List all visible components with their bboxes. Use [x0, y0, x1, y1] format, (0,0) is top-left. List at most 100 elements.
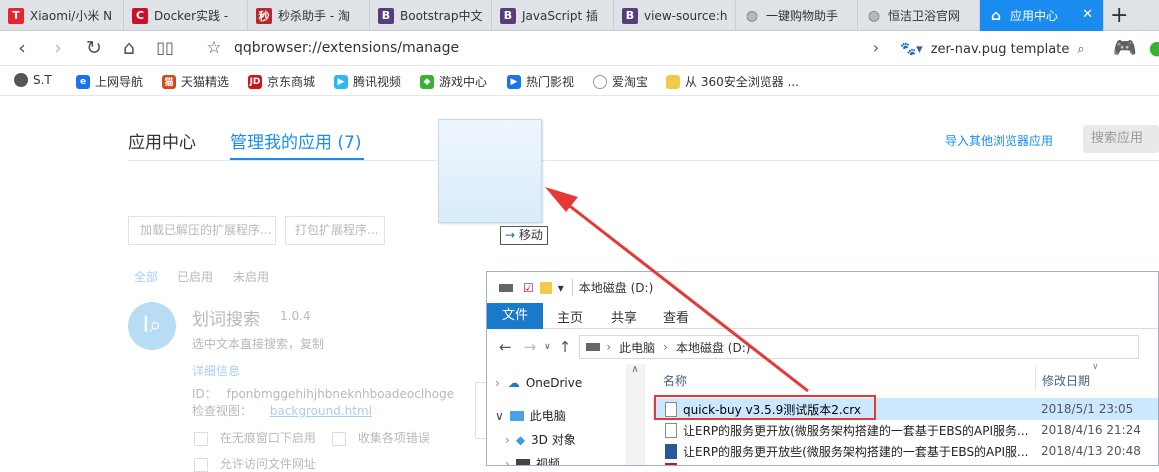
bookmark-hot-movies[interactable]: ▶ 热门影视: [507, 73, 574, 90]
close-tab-icon[interactable]: ✕: [1082, 7, 1093, 22]
file-name: 让ERP的服务更开放(微服务架构搭建的一套基于EBS的API服务...: [683, 423, 1029, 438]
allow-incognito-option[interactable]: 在无痕窗口下启用: [194, 429, 316, 446]
address-row: ← → ∨ ↑ › 此电脑 › 本地磁盘 (D:): [487, 330, 1158, 364]
address-bar[interactable]: qqbrowser://extensions/manage: [234, 40, 459, 56]
file-row[interactable]: 让ERP的服务更开放些(微服务架构搭建的一套基于EBS的API服... 2018…: [653, 440, 1158, 462]
nav-divider: [128, 160, 1159, 161]
column-name-header[interactable]: 名称: [663, 372, 687, 389]
tab-xiaomi[interactable]: T Xiaomi/小米 N: [0, 0, 124, 31]
ribbon-tab-file[interactable]: 文件: [487, 303, 543, 329]
ribbon-tab-view[interactable]: 查看: [663, 307, 689, 326]
file-row[interactable]: 让ERP的服务更开放(微服务架构搭建的一套基于EBS的API服务... 2018…: [653, 419, 1158, 441]
file-access-checkbox[interactable]: [194, 457, 208, 472]
tab-seckill[interactable]: 秒 秒杀助手 - 淘: [248, 0, 370, 31]
nav-label: 此电脑: [529, 409, 566, 423]
bookmark-game-center[interactable]: ◆ 游戏中心: [420, 73, 487, 90]
back-icon[interactable]: ‹: [10, 36, 34, 60]
file-date: 2018/4/13 20:48: [1041, 444, 1141, 458]
extension-name: 划词搜索: [192, 310, 260, 330]
gamepad-icon[interactable]: 🎮: [1113, 36, 1137, 60]
filter-all[interactable]: 全部: [134, 268, 158, 285]
nav-manage-apps[interactable]: 管理我的应用 (7): [230, 128, 361, 153]
search-engine-icon[interactable]: 🐾▾: [900, 42, 923, 57]
extension-details-link[interactable]: 详细信息: [192, 362, 240, 379]
search-apps-button[interactable]: 搜索应用: [1083, 125, 1159, 153]
import-browser-apps-link[interactable]: 导入其他浏览器应用: [945, 132, 1053, 149]
properties-icon[interactable]: ☑: [523, 281, 534, 295]
computer-icon: [509, 410, 524, 421]
bookmark-tencent-video[interactable]: ▶ 腾讯视频: [334, 73, 401, 90]
extension-description: 选中文本直接搜索，复制: [192, 337, 325, 351]
tab-favicon-icon: T: [8, 7, 24, 24]
forward-arrow-icon[interactable]: →: [524, 338, 537, 356]
nav-item-videos[interactable]: › 视频: [505, 455, 560, 466]
allow-incognito-checkbox[interactable]: [194, 431, 208, 446]
sort-indicator-icon: ∨: [1092, 362, 1099, 372]
file-explorer-window: ☑ ▾ 本地磁盘 (D:) 文件 主页 共享 查看 ← → ∨ ↑ › 此电脑 …: [486, 271, 1159, 466]
pack-extension-button[interactable]: 打包扩展程序...: [285, 216, 385, 245]
folder-icon[interactable]: [539, 281, 552, 294]
expand-chevron-icon[interactable]: ›: [505, 457, 510, 466]
nav-app-center[interactable]: 应用中心: [128, 128, 196, 153]
bookmark-folder-360[interactable]: 从 360安全浏览器 ...: [666, 73, 799, 90]
tab-favicon-icon: B: [378, 7, 394, 24]
nav-item-3d-objects[interactable]: › ◆ 3D 对象: [505, 431, 576, 448]
search-box[interactable]: 🐾▾ zer-nav.pug template ⌕: [900, 37, 1085, 61]
crumb-drive-d[interactable]: 本地磁盘 (D:): [676, 339, 750, 356]
tab-favicon-icon: C: [132, 7, 148, 24]
tab-hengjie[interactable]: ◍ 恒洁卫浴官网: [858, 0, 980, 31]
drag-ghost-preview: [438, 119, 542, 223]
cloud-icon: ☁: [507, 376, 520, 390]
filter-disabled[interactable]: 未启用: [233, 268, 269, 285]
collapse-chevron-icon[interactable]: ∨: [495, 409, 504, 423]
nav-item-this-pc[interactable]: ∨ 此电脑: [495, 407, 566, 424]
tab-favicon-icon: B: [500, 7, 516, 24]
collect-errors-checkbox[interactable]: [332, 431, 346, 446]
cube-icon: ◆: [515, 432, 526, 447]
column-date-header[interactable]: 修改日期: [1042, 372, 1090, 389]
reader-mode-icon[interactable]: ▯▯: [153, 36, 177, 60]
tab-shopping-helper[interactable]: ◍ 一键购物助手: [736, 0, 858, 31]
tab-app-center[interactable]: ⌂ 应用中心 ✕: [980, 0, 1104, 31]
tab-bootstrap[interactable]: B Bootstrap中文: [370, 0, 492, 31]
file-access-option[interactable]: 允许访问文件网址: [194, 455, 316, 472]
bookmark-nav[interactable]: e 上网导航: [76, 73, 143, 90]
tab-docker[interactable]: C Docker实践 -: [124, 0, 248, 31]
bookmark-label: 腾讯视频: [353, 75, 402, 89]
forward-icon[interactable]: ›: [46, 36, 70, 60]
load-unpacked-button[interactable]: 加载已解压的扩展程序...: [128, 216, 276, 245]
scrollbar-track[interactable]: ∧: [626, 364, 644, 465]
address-box[interactable]: › 此电脑 › 本地磁盘 (D:): [579, 335, 1140, 359]
collect-errors-label: 收集各项错误: [357, 431, 430, 445]
tab-label: 一键购物助手: [766, 9, 839, 23]
ribbon-tab-share[interactable]: 共享: [611, 307, 637, 326]
reload-icon[interactable]: ↻: [82, 36, 106, 60]
bookmark-aitaobao[interactable]: 爱淘宝: [593, 73, 648, 90]
chevron-right-icon[interactable]: ›: [864, 36, 888, 60]
back-arrow-icon[interactable]: ←: [499, 338, 512, 356]
crumb-this-pc[interactable]: 此电脑: [619, 339, 655, 356]
extension-icon[interactable]: ●: [1145, 36, 1159, 60]
background-page-link[interactable]: background.html: [270, 404, 372, 418]
home-icon[interactable]: ⌂: [117, 36, 141, 60]
collect-errors-option[interactable]: 收集各项错误: [332, 429, 430, 446]
file-access-label: 允许访问文件网址: [219, 457, 316, 471]
tab-view-source[interactable]: B view-source:h: [614, 0, 736, 31]
new-tab-icon[interactable]: +: [1110, 3, 1128, 28]
bookmark-jd[interactable]: JD 京东商城: [248, 73, 315, 90]
bookmark-st[interactable]: S.T: [14, 73, 52, 87]
filter-enabled[interactable]: 已启用: [177, 268, 213, 285]
bookmark-star-icon[interactable]: ☆: [202, 36, 226, 60]
up-arrow-icon[interactable]: ↑: [559, 338, 572, 356]
recent-dropdown-icon[interactable]: ∨: [544, 342, 551, 352]
search-icon[interactable]: ⌕: [1077, 42, 1084, 57]
ribbon-tab-home[interactable]: 主页: [557, 307, 583, 326]
bookmark-tmall[interactable]: 猫 天猫精选: [162, 73, 229, 90]
tab-javascript[interactable]: B JavaScript 插: [492, 0, 614, 31]
scroll-up-icon[interactable]: ∧: [626, 364, 644, 375]
quick-access-dropdown-icon[interactable]: ▾: [558, 281, 564, 295]
expand-chevron-icon[interactable]: ›: [495, 376, 500, 390]
nav-item-onedrive[interactable]: › ☁ OneDrive: [495, 376, 582, 390]
expand-chevron-icon[interactable]: ›: [505, 433, 510, 447]
document-file-icon: [665, 422, 677, 438]
